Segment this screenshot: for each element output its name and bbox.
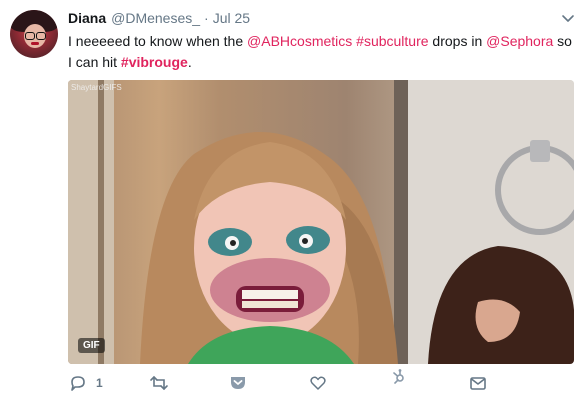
direct-message-button[interactable] [468, 372, 488, 394]
mention-link[interactable]: @ABHcosmetics [247, 33, 352, 49]
reply-button[interactable]: 1 [68, 372, 103, 394]
author-name[interactable]: Diana [68, 10, 106, 26]
tweet-text: I neeeeed to know when the @ABHcosmetics… [68, 31, 578, 73]
gif-badge: GIF [78, 338, 105, 353]
gif-frame [68, 80, 574, 364]
tweet-text-segment: drops in [428, 33, 487, 49]
tweet-actions: 1 [68, 369, 578, 396]
separator-dot: · [204, 10, 209, 26]
gif-media[interactable]: ShaytardGIFS GIF [68, 80, 574, 364]
avatar[interactable] [10, 10, 58, 58]
reply-icon [71, 376, 85, 391]
hubspot-button[interactable] [388, 366, 408, 388]
direct-message-icon [470, 377, 486, 390]
hashtag-link[interactable]: #vibrouge [121, 54, 188, 70]
avatar-lips [31, 42, 39, 45]
mention-link[interactable]: @Sephora [486, 33, 553, 49]
gif-watermark: ShaytardGIFS [71, 83, 122, 92]
retweet-button[interactable] [148, 372, 170, 394]
chevron-down-icon[interactable] [560, 10, 576, 26]
tweet-text-segment: . [187, 54, 192, 70]
reply-count: 1 [96, 376, 103, 390]
retweet-icon [150, 375, 168, 391]
avatar-glasses-right [36, 32, 46, 40]
like-button[interactable] [308, 372, 328, 394]
tweet-text-segment: I neeeeed to know when the [68, 33, 248, 49]
hashtag-link[interactable]: #subculture [356, 33, 428, 49]
author-handle[interactable]: @DMeneses_ [111, 10, 200, 26]
hubspot-icon [393, 369, 404, 384]
tweet-date[interactable]: Jul 25 [213, 10, 250, 26]
tweet-header: Diana @DMeneses_ · Jul 25 [68, 8, 250, 28]
pocket-button[interactable] [228, 372, 248, 394]
avatar-glasses-left [25, 32, 35, 40]
pocket-icon [231, 377, 245, 389]
like-icon [310, 376, 326, 390]
